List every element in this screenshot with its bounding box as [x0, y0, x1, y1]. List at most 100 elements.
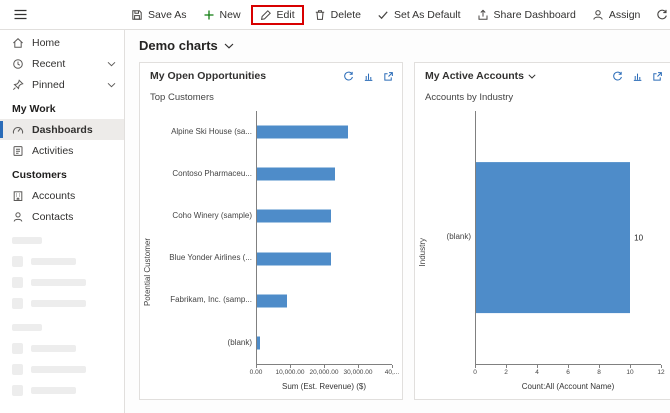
sidebar-item-label: Recent: [32, 58, 65, 70]
category-label: Coho Winery (sample): [158, 195, 256, 237]
x-tick-mark: [358, 365, 359, 368]
sidebar-item-faded[interactable]: [0, 272, 124, 293]
sidebar-item-faded[interactable]: [0, 338, 124, 359]
y-axis-label: Potential Customer: [143, 238, 152, 306]
toolbar-label: Share Dashboard: [494, 9, 576, 21]
bar-rows: Alpine Ski House (sa...Contoso Pharmaceu…: [158, 111, 392, 364]
x-tick-mark: [475, 365, 476, 368]
sidebar-item-faded[interactable]: [0, 251, 124, 272]
trash-icon: [314, 9, 326, 21]
x-tick-label: 4: [535, 369, 539, 376]
x-tick-mark: [392, 365, 393, 368]
chart-card-title: My Open Opportunities: [150, 70, 266, 82]
chart-type-icon[interactable]: [363, 71, 374, 82]
x-tick-label: 0: [473, 369, 477, 376]
bar-row: (blank): [158, 322, 392, 364]
chart-card-my-active-accounts: My Active Accounts: [414, 62, 670, 400]
toolbar-label: Edit: [277, 9, 295, 21]
refresh-icon[interactable]: [612, 71, 623, 82]
expand-icon[interactable]: [652, 71, 663, 82]
set-as-default-button[interactable]: Set As Default: [371, 5, 467, 25]
share-dashboard-button[interactable]: Share Dashboard: [471, 5, 582, 25]
assign-person-icon: [592, 9, 604, 21]
bar-track: [256, 195, 392, 237]
hamburger-menu-button[interactable]: [11, 6, 30, 23]
building-icon: [12, 190, 24, 202]
x-tick-mark: [537, 365, 538, 368]
x-tick-mark: [661, 365, 662, 368]
category-label: (blank): [158, 322, 256, 364]
edit-button[interactable]: Edit: [251, 5, 304, 25]
sidebar-item-faded[interactable]: [0, 293, 124, 314]
toolbar-label: Delete: [331, 9, 361, 21]
category-label: Fabrikam, Inc. (samp...: [158, 280, 256, 322]
x-tick-mark: [324, 365, 325, 368]
sidebar-item-contacts[interactable]: Contacts: [0, 206, 124, 227]
category-label: Contoso Pharmaceu...: [158, 153, 256, 195]
chart-subtitle: Accounts by Industry: [415, 84, 670, 107]
sidebar-item-label: Home: [32, 37, 60, 49]
pencil-icon: [260, 9, 272, 21]
home-icon: [12, 37, 24, 49]
category-label: Blue Yonder Airlines (...: [158, 238, 256, 280]
pin-icon: [12, 79, 24, 91]
sidebar-item-pinned[interactable]: Pinned: [0, 74, 124, 95]
bar[interactable]: [257, 210, 331, 223]
sidebar-item-dashboards[interactable]: Dashboards: [0, 119, 124, 140]
x-tick-label: 30,000.00: [344, 369, 373, 376]
save-icon: [131, 9, 143, 21]
sidebar-item-label: Pinned: [32, 79, 65, 91]
bar-row: Alpine Ski House (sa...: [158, 111, 392, 153]
bar-row: Fabrikam, Inc. (samp...: [158, 280, 392, 322]
chart-subtitle: Top Customers: [140, 84, 402, 107]
sidebar-item-activities[interactable]: Activities: [0, 140, 124, 161]
chart-title-dropdown[interactable]: My Active Accounts: [425, 70, 536, 82]
toolbar-label: Assign: [609, 9, 641, 21]
x-tick-label: 2: [504, 369, 508, 376]
share-icon: [477, 9, 489, 21]
bar[interactable]: [257, 126, 348, 139]
bar-row: Blue Yonder Airlines (...: [158, 238, 392, 280]
assign-button[interactable]: Assign: [586, 5, 647, 25]
refresh-all-button[interactable]: Refresh All: [650, 5, 670, 25]
sidebar-item-label: Accounts: [32, 190, 75, 202]
x-axis-label: Sum (Est. Revenue) ($): [256, 380, 392, 395]
sidebar-item-accounts[interactable]: Accounts: [0, 185, 124, 206]
sidebar: Home Recent Pinned My Work Da: [0, 30, 125, 413]
bar[interactable]: [257, 294, 287, 307]
plus-icon: [203, 9, 215, 21]
y-axis-label: Industry: [418, 238, 427, 266]
sidebar-item-recent[interactable]: Recent: [0, 53, 124, 74]
new-button[interactable]: New: [197, 5, 247, 25]
bar[interactable]: [257, 252, 331, 265]
bar-track: 10: [475, 111, 661, 364]
expand-icon[interactable]: [383, 71, 394, 82]
x-tick-label: 40,...: [385, 369, 399, 376]
x-tick-mark: [256, 365, 257, 368]
delete-button[interactable]: Delete: [308, 5, 367, 25]
x-axis: 0.0010,000.0020,000.0030,000.0040,...: [256, 364, 392, 380]
toolbar-label: Set As Default: [394, 9, 461, 21]
sidebar-item-faded[interactable]: [0, 380, 124, 401]
sidebar-item-faded[interactable]: [0, 359, 124, 380]
refresh-icon[interactable]: [343, 71, 354, 82]
bar-track: [256, 111, 392, 153]
x-tick-mark: [290, 365, 291, 368]
refresh-icon: [656, 9, 668, 21]
bar-rows: (blank)10: [433, 111, 661, 364]
bar-track: [256, 153, 392, 195]
save-as-button[interactable]: Save As: [125, 5, 193, 25]
bar-value-label: 10: [634, 233, 643, 242]
dashboard-selector[interactable]: Demo charts: [139, 38, 234, 53]
dashboard-icon: [12, 124, 24, 136]
x-tick-label: 20,000.00: [310, 369, 339, 376]
sidebar-item-home[interactable]: Home: [0, 32, 124, 53]
chart-type-icon[interactable]: [632, 71, 643, 82]
sidebar-item-label: Dashboards: [32, 124, 93, 136]
bar[interactable]: [257, 336, 260, 349]
sidebar-section-faded: [0, 227, 124, 251]
bar[interactable]: [476, 162, 630, 314]
main-content: Demo charts My Open Opportunities: [125, 30, 670, 413]
bar[interactable]: [257, 168, 335, 181]
x-tick-label: 8: [597, 369, 601, 376]
